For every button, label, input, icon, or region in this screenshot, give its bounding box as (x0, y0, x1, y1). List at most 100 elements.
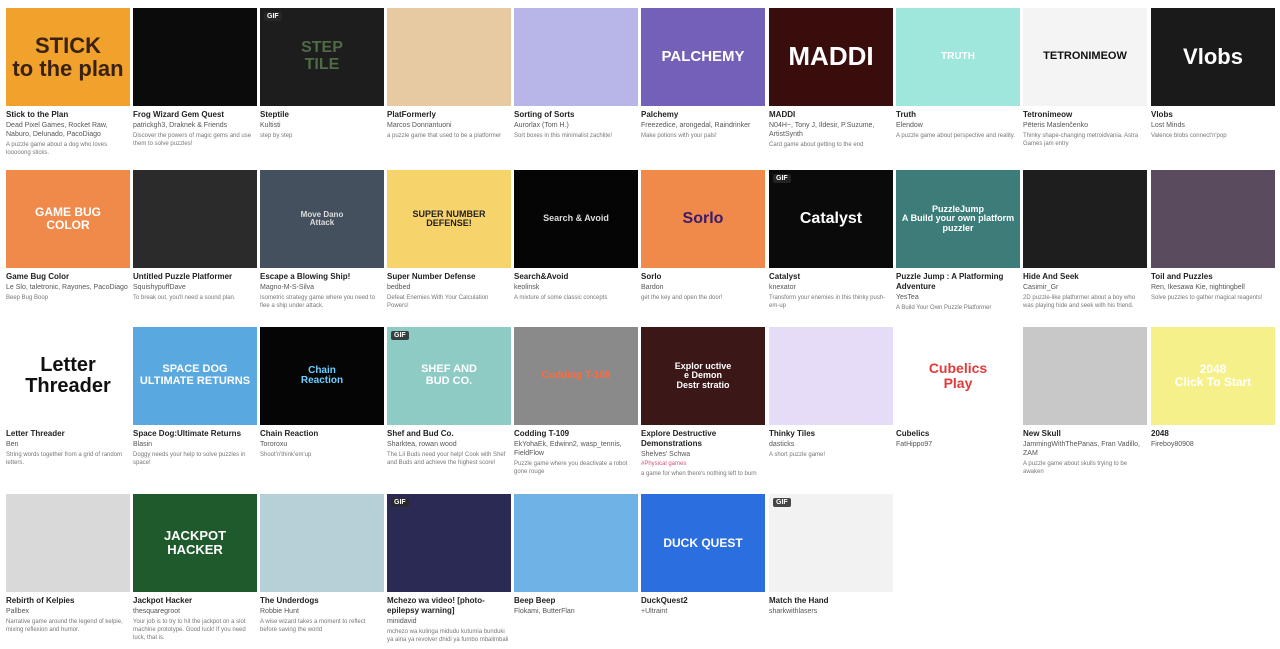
game-author-link[interactable]: Shelves' Schwa (641, 450, 765, 459)
game-author-link[interactable]: Dead Pixel Games, Rocket Raw, Naburo, De… (6, 121, 130, 139)
game-author-link[interactable]: knexator (769, 283, 893, 292)
game-card-codding-t-109[interactable]: Codding T-109 Codding T-109 EkYohaEk, Edwi… (514, 327, 638, 476)
game-title-link[interactable]: Rebirth of Kelpies (6, 596, 130, 606)
game-card-space-dog[interactable]: SPACE DOG ULTIMATE RETURNS Space Dog:Ulti… (133, 327, 257, 467)
game-author-link[interactable]: Ben (6, 440, 130, 449)
game-thumbnail[interactable] (1023, 170, 1147, 268)
game-title-link[interactable]: New Skull (1023, 429, 1147, 439)
game-thumbnail[interactable]: STICK to the plan (6, 8, 130, 106)
game-card-shef-and-bud-co[interactable]: SHEF AND BUD CO. GIF Shef and Bud Co. Shark… (387, 327, 511, 467)
game-author-link[interactable]: keolinsk (514, 283, 638, 292)
game-thumbnail[interactable]: PuzzleJump A Build your own platform puz… (896, 170, 1020, 268)
game-title-link[interactable]: Tetronimeow (1023, 110, 1147, 120)
game-title-link[interactable]: Chain Reaction (260, 429, 384, 439)
game-title-link[interactable]: 2048 (1151, 429, 1275, 439)
game-title-link[interactable]: Match the Hand (769, 596, 893, 606)
game-author-link[interactable]: JammingWithThePanas, Fran Vadillo, ZAM (1023, 440, 1147, 458)
game-card-cubelics[interactable]: Cubelics Play Cubelics FatHippo97 (896, 327, 1020, 449)
game-author-link[interactable]: YesTea (896, 293, 1020, 302)
game-card-thinky-tiles[interactable]: Thinky Tiles dasticks A short puzzle game! (769, 327, 893, 459)
game-card-2048[interactable]: 2048 Click To Start 2048 Fireboy80908 (1151, 327, 1275, 449)
game-title-link[interactable]: Frog Wizard Gem Quest (133, 110, 257, 120)
game-title-link[interactable]: DuckQuest2 (641, 596, 765, 606)
game-author-link[interactable]: Fireboy80908 (1151, 440, 1275, 449)
game-author-link[interactable]: dasticks (769, 440, 893, 449)
game-author-link[interactable]: Bardon (641, 283, 765, 292)
game-author-link[interactable]: N04H~, Tony J, Ildesir, P.Suzume, Artist… (769, 121, 893, 139)
game-card-puzzle-jump[interactable]: PuzzleJump A Build your own platform puz… (896, 170, 1020, 312)
game-title-link[interactable]: Mchezo wa video! [photo-epilepsy warning… (387, 596, 511, 616)
game-card-platformerly[interactable]: PlatFormerly Marcos Donnantuoni a puzzle g… (387, 8, 511, 140)
game-thumbnail[interactable] (387, 8, 511, 106)
game-thumbnail[interactable]: STEP TILE GIF (260, 8, 384, 106)
game-card-stick-to-the-plan[interactable]: STICK to the plan Stick to the Plan Dead P… (6, 8, 130, 157)
game-tag-link[interactable]: #Physical games (641, 460, 765, 468)
game-thumbnail[interactable] (260, 494, 384, 592)
game-title-link[interactable]: Sorlo (641, 272, 765, 282)
game-title-link[interactable]: Codding T-109 (514, 429, 638, 439)
game-title-link[interactable]: Vlobs (1151, 110, 1275, 120)
game-author-link[interactable]: bedbed (387, 283, 511, 292)
game-thumbnail[interactable] (133, 170, 257, 268)
game-thumbnail[interactable] (133, 8, 257, 106)
game-author-link[interactable]: Kultisti (260, 121, 384, 130)
game-title-link[interactable]: Thinky Tiles (769, 429, 893, 439)
game-thumbnail[interactable]: GAME BUG COLOR (6, 170, 130, 268)
game-thumbnail[interactable]: TRUTH (896, 8, 1020, 106)
game-title-link[interactable]: Super Number Defense (387, 272, 511, 282)
game-author-link[interactable]: minidavid (387, 617, 511, 626)
game-author-link[interactable]: Freezedice, arongedal, Raindrinker (641, 121, 765, 130)
game-card-tetronimeow[interactable]: TETRONIMEOW Tetronimeow Pēteris Maslenčenk… (1023, 8, 1147, 148)
game-thumbnail[interactable]: Search & Avoid (514, 170, 638, 268)
game-card-maddi[interactable]: MADDI MADDI N04H~, Tony J, Ildesir, P.Suzu… (769, 8, 893, 149)
game-thumbnail[interactable]: DUCK QUEST (641, 494, 765, 592)
game-author-link[interactable]: Pēteris Maslenčenko (1023, 121, 1147, 130)
game-author-link[interactable]: Blasin (133, 440, 257, 449)
game-title-link[interactable]: Steptile (260, 110, 384, 120)
game-card-explore-destructive-demonstrations[interactable]: Explor uctive e Demon Destr stratio Explo… (641, 327, 765, 478)
game-author-link[interactable]: Elendow (896, 121, 1020, 130)
game-card-jackpot-hacker[interactable]: JACKPOT HACKER Jackpot Hacker thesquaregro… (133, 494, 257, 642)
game-card-frog-wizard-gem-quest[interactable]: Frog Wizard Gem Quest patrickgh3, Draknek… (133, 8, 257, 148)
game-card-mchezo-wa-video[interactable]: GIF Mchezo wa video! [photo-epilepsy warn… (387, 494, 511, 644)
game-thumbnail[interactable]: SPACE DOG ULTIMATE RETURNS (133, 327, 257, 425)
game-card-escape-a-blowing-ship[interactable]: Move Dano Attack Escape a Blowing Ship! Ma… (260, 170, 384, 310)
game-author-link[interactable]: sharkwithlasers (769, 607, 893, 616)
game-author-link[interactable]: Lost Minds (1151, 121, 1275, 130)
game-thumbnail[interactable]: Sorlo (641, 170, 765, 268)
game-card-beep-beep[interactable]: Beep Beep Flokami, ButterFlan (514, 494, 638, 616)
game-author-link[interactable]: Casimir_Gr (1023, 283, 1147, 292)
game-card-the-underdogs[interactable]: The Underdogs Robbie Hunt A wise wizard ta… (260, 494, 384, 634)
game-card-match-the-hand[interactable]: GIF Match the Hand sharkwithlasers (769, 494, 893, 616)
game-thumbnail[interactable]: Vlobs (1151, 8, 1275, 106)
game-card-steptile[interactable]: STEP TILE GIF Steptile Kultisti step by step (260, 8, 384, 140)
game-card-search-and-avoid[interactable]: Search & Avoid Search&Avoid keolinsk A mixt… (514, 170, 638, 302)
game-author-link[interactable]: EkYohaEk, Edwinn2, wasp_tennis, FieldFlo… (514, 440, 638, 458)
game-title-link[interactable]: Toil and Puzzles (1151, 272, 1275, 282)
game-author-link[interactable]: Flokami, ButterFlan (514, 607, 638, 616)
game-author-link[interactable]: Aurorlax (Tom H.) (514, 121, 638, 130)
game-card-catalyst[interactable]: Catalyst GIF Catalyst knexator Transform you… (769, 170, 893, 310)
game-thumbnail[interactable]: GIF (387, 494, 511, 592)
game-title-link[interactable]: Letter Threader (6, 429, 130, 439)
game-thumbnail[interactable] (1023, 327, 1147, 425)
game-title-link[interactable]: Catalyst (769, 272, 893, 282)
game-author-link[interactable]: patrickgh3, Draknek & Friends (133, 121, 257, 130)
game-title-link[interactable]: Hide And Seek (1023, 272, 1147, 282)
game-thumbnail[interactable]: SUPER NUMBER DEFENSE! (387, 170, 511, 268)
game-card-truth[interactable]: TRUTH Truth Elendow A puzzle game about per… (896, 8, 1020, 140)
game-thumbnail[interactable]: PALCHEMY (641, 8, 765, 106)
game-thumbnail[interactable]: Explor uctive e Demon Destr stratio (641, 327, 765, 425)
game-author-link[interactable]: Marcos Donnantuoni (387, 121, 511, 130)
game-thumbnail[interactable]: TETRONIMEOW (1023, 8, 1147, 106)
game-card-letter-threader[interactable]: Letter Threader Letter Threader Ben String … (6, 327, 130, 467)
game-title-link[interactable]: Space Dog:Ultimate Returns (133, 429, 257, 439)
game-author-link[interactable]: FatHippo97 (896, 440, 1020, 449)
game-thumbnail[interactable]: Chain Reaction (260, 327, 384, 425)
game-thumbnail[interactable]: Codding T-109 (514, 327, 638, 425)
game-card-vlobs[interactable]: Vlobs Vlobs Lost Minds Valence blobs connec… (1151, 8, 1275, 140)
game-title-link[interactable]: Escape a Blowing Ship! (260, 272, 384, 282)
game-title-link[interactable]: Jackpot Hacker (133, 596, 257, 606)
game-thumbnail[interactable]: SHEF AND BUD CO. GIF (387, 327, 511, 425)
game-card-untitled-puzzle-platformer[interactable]: Untitled Puzzle Platformer SquishypuffDav… (133, 170, 257, 302)
